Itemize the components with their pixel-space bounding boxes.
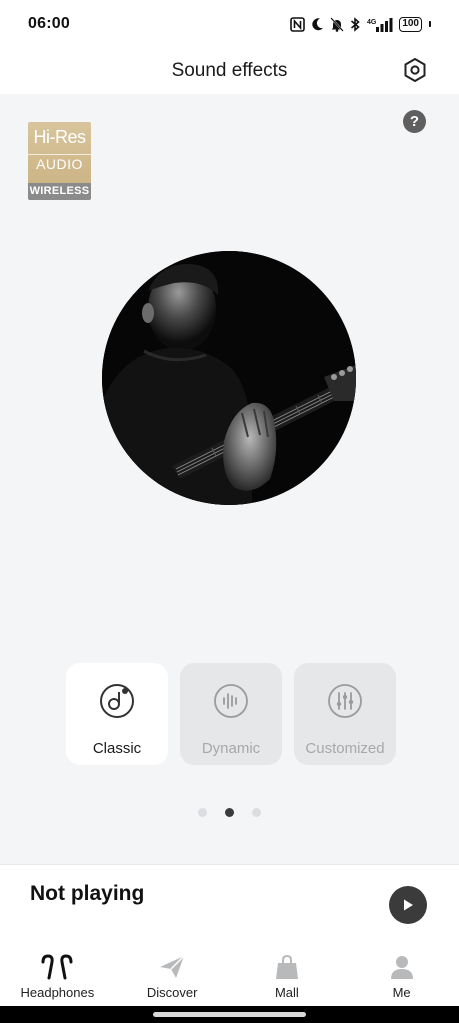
nav-item-mall[interactable]: Mall bbox=[230, 944, 345, 1006]
sound-effects-screen: 06:00 4G 100 Sound effects Hi-Res AUDIO … bbox=[0, 0, 459, 1023]
nav-label-me: Me bbox=[392, 985, 411, 1000]
help-button[interactable]: ? bbox=[403, 110, 426, 133]
bottom-navigation: Headphones Discover Mall Me bbox=[0, 944, 459, 1006]
paper-plane-icon bbox=[158, 954, 186, 980]
nav-item-discover[interactable]: Discover bbox=[115, 944, 230, 1006]
effect-label-dynamic: Dynamic bbox=[201, 740, 261, 757]
moon-icon bbox=[311, 17, 324, 31]
hexagon-settings-icon bbox=[404, 58, 426, 82]
shopping-bag-icon bbox=[275, 954, 299, 980]
album-art bbox=[102, 251, 356, 505]
music-note-circle-icon bbox=[100, 684, 134, 718]
effect-label-classic: Classic bbox=[92, 740, 142, 757]
badge-line-3: WIRELESS bbox=[28, 183, 91, 200]
page-title: Sound effects bbox=[171, 60, 288, 81]
page-dot[interactable] bbox=[252, 808, 261, 817]
hi-res-audio-badge: Hi-Res AUDIO WIRELESS bbox=[28, 122, 91, 200]
nfc-icon bbox=[290, 16, 306, 32]
sound-effect-options: Classic Dynamic Customized bbox=[66, 663, 396, 765]
nav-label-mall: Mall bbox=[274, 985, 299, 1000]
badge-line-2: AUDIO bbox=[28, 154, 91, 171]
nav-label-headphones: Headphones bbox=[20, 985, 95, 1000]
effect-card-classic[interactable]: Classic bbox=[66, 663, 168, 765]
person-icon bbox=[390, 954, 414, 980]
now-playing-bar[interactable]: Not playing bbox=[0, 864, 459, 944]
nav-item-headphones[interactable]: Headphones bbox=[0, 944, 115, 1006]
play-icon bbox=[404, 899, 413, 911]
guitarist-photo bbox=[102, 251, 356, 505]
badge-line-1: Hi-Res bbox=[33, 127, 86, 147]
now-playing-status: Not playing bbox=[30, 882, 145, 905]
status-icons: 4G 100 bbox=[290, 16, 431, 32]
status-bar: 06:00 4G 100 bbox=[0, 0, 459, 48]
bell-muted-icon bbox=[330, 16, 345, 32]
page-dot-active[interactable] bbox=[225, 808, 234, 817]
top-app-bar: Sound effects bbox=[0, 48, 459, 94]
nav-label-discover: Discover bbox=[146, 985, 198, 1000]
effect-card-dynamic[interactable]: Dynamic bbox=[180, 663, 282, 765]
question-mark-icon: ? bbox=[409, 113, 420, 130]
battery-tip bbox=[429, 21, 431, 27]
play-button[interactable] bbox=[389, 886, 427, 924]
page-indicator bbox=[198, 808, 261, 817]
battery-icon: 100 bbox=[399, 16, 422, 32]
battery-level: 100 bbox=[402, 18, 419, 29]
effect-card-customized[interactable]: Customized bbox=[294, 663, 396, 765]
svg-text:4G: 4G bbox=[367, 19, 377, 26]
system-gesture-area bbox=[0, 1006, 459, 1023]
bluetooth-icon bbox=[350, 16, 361, 32]
settings-button[interactable] bbox=[401, 56, 429, 84]
earbuds-icon bbox=[39, 954, 75, 980]
page-dot[interactable] bbox=[198, 808, 207, 817]
status-time: 06:00 bbox=[28, 15, 70, 32]
waveform-circle-icon bbox=[214, 684, 248, 718]
signal-4g-icon: 4G bbox=[367, 17, 393, 32]
home-gesture-bar[interactable] bbox=[153, 1012, 306, 1017]
equalizer-circle-icon bbox=[328, 684, 362, 718]
nav-item-me[interactable]: Me bbox=[344, 944, 459, 1006]
effect-label-customized: Customized bbox=[305, 740, 385, 757]
